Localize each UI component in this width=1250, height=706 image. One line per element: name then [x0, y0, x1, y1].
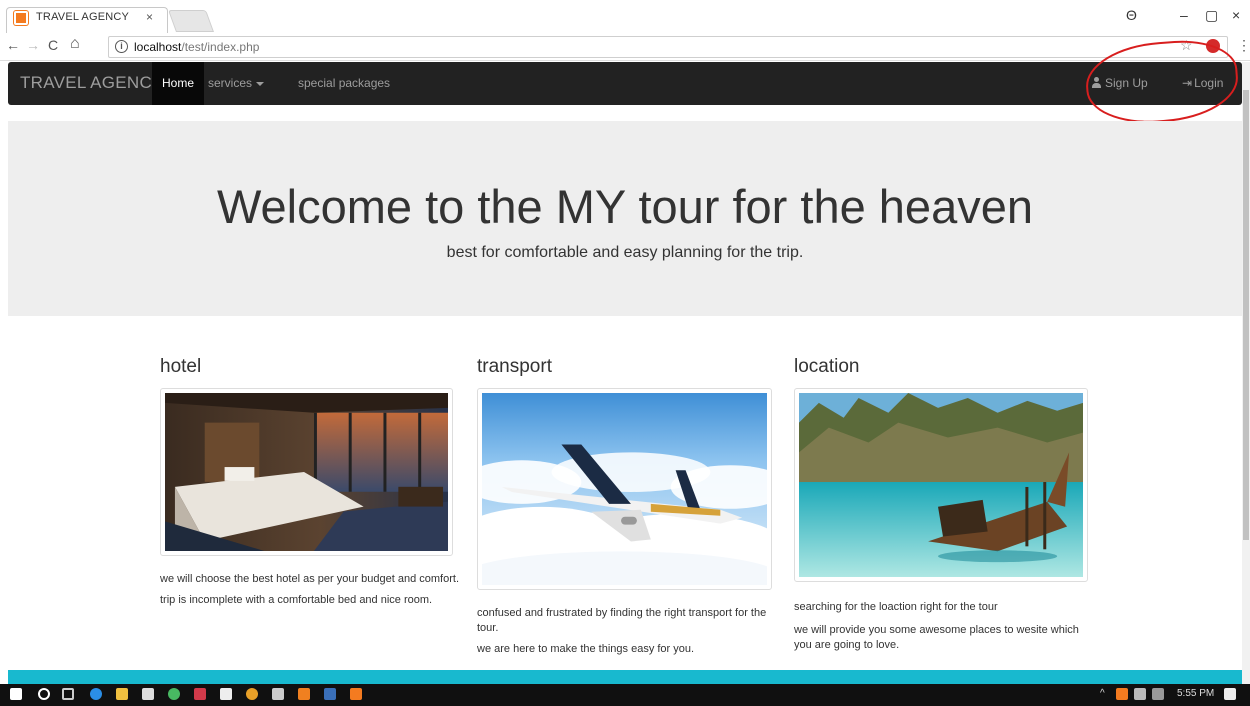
brand-logo[interactable]: TRAVEL AGENCY — [20, 73, 164, 93]
volume-icon[interactable] — [1152, 688, 1164, 700]
hotel-paragraph-2: trip is incomplete with a comfortable be… — [160, 594, 433, 606]
account-icon[interactable]: Θ — [1126, 7, 1137, 23]
xampp-icon[interactable] — [350, 688, 362, 700]
transport-title: transport — [477, 356, 552, 377]
jumbotron-subtitle: best for comfortable and easy planning f… — [446, 244, 804, 261]
jumbotron-title: Welcome to the MY tour for the heaven — [217, 180, 1033, 233]
close-window-button[interactable]: × — [1232, 7, 1240, 23]
minimize-button[interactable]: – — [1180, 7, 1188, 23]
caret-down-icon — [256, 81, 265, 86]
battery-icon[interactable] — [1134, 688, 1146, 700]
tab-favicon-icon — [14, 11, 28, 25]
notification-icon[interactable] — [1224, 688, 1236, 700]
location-thumbnail — [794, 388, 1088, 582]
nav-special-packages[interactable]: special packages — [288, 62, 400, 105]
nav-services-dropdown[interactable]: services — [198, 62, 274, 105]
back-icon[interactable]: ← — [6, 37, 20, 53]
transport-description: confused and frustrated by finding the r… — [477, 606, 777, 657]
transport-paragraph-1: confused and frustrated by finding the r… — [477, 607, 767, 634]
location-paragraph-1: searching for the loaction right for the… — [794, 601, 998, 613]
browser-toolbar: ← → C ⌂ i localhost/test/index.php ☆ ⋮ — [0, 33, 1250, 61]
tab-title: TRAVEL AGENCY — [36, 11, 130, 23]
mail-icon[interactable] — [272, 688, 284, 700]
app-icon[interactable] — [168, 688, 180, 700]
beach-boat-image — [799, 393, 1083, 577]
windows-start-icon[interactable] — [10, 688, 22, 700]
browser-menu-icon[interactable]: ⋮ — [1237, 37, 1250, 54]
windows-taskbar: ^ 5:55 PM — [0, 684, 1250, 706]
chrome-icon[interactable] — [246, 688, 258, 700]
transport-thumbnail — [477, 388, 772, 590]
airplane-image — [482, 393, 767, 585]
transport-column: transport confused and frustrated by fin… — [477, 356, 777, 657]
hotel-paragraph-1: we will choose the best hotel as per you… — [160, 573, 460, 585]
clock-time[interactable]: 5:55 PM — [1177, 688, 1214, 699]
address-bar[interactable]: i localhost/test/index.php — [108, 36, 1228, 58]
nav-home[interactable]: Home — [152, 62, 205, 105]
site-info-icon[interactable]: i — [115, 40, 128, 53]
reload-icon[interactable]: C — [48, 37, 58, 53]
file-explorer-icon[interactable] — [116, 688, 128, 700]
location-column: location searching for the loaction righ… — [794, 356, 1094, 653]
forward-icon[interactable]: → — [26, 37, 40, 53]
jumbotron: Welcome to the MY tour for the heaven be… — [8, 121, 1242, 316]
task-view-icon[interactable] — [62, 688, 74, 700]
scrollbar-thumb[interactable] — [1243, 90, 1249, 540]
search-icon[interactable] — [38, 688, 50, 700]
footer-strip — [8, 670, 1242, 684]
location-title: location — [794, 356, 860, 377]
location-description: searching for the loaction right for the… — [794, 600, 1094, 653]
store-icon[interactable] — [142, 688, 154, 700]
restore-button[interactable]: ▢ — [1205, 7, 1218, 24]
hotel-description: we will choose the best hotel as per you… — [160, 572, 460, 608]
tab-close-icon[interactable]: × — [146, 10, 153, 24]
hotel-column: hotel we will choose the best hotel as p… — [160, 356, 460, 608]
edge-icon[interactable] — [90, 688, 102, 700]
camera-icon[interactable] — [220, 688, 232, 700]
url-text: localhost/test/index.php — [134, 40, 260, 54]
nav-services-label: services — [208, 76, 253, 90]
site-navbar: TRAVEL AGENCY Home services special pack… — [8, 62, 1242, 105]
vlc-icon[interactable] — [298, 688, 310, 700]
transport-paragraph-2: we are here to make the things easy for … — [477, 643, 695, 655]
browser-tab-strip: TRAVEL AGENCY × Θ – ▢ × — [0, 0, 1250, 33]
home-icon[interactable]: ⌂ — [70, 35, 80, 53]
app-icon[interactable] — [194, 688, 206, 700]
app-icon[interactable] — [324, 688, 336, 700]
hotel-room-image — [165, 393, 448, 551]
location-paragraph-2: we will provide you some awesome places … — [794, 624, 1079, 651]
tray-xampp-icon[interactable] — [1116, 688, 1128, 700]
new-tab-button[interactable] — [167, 10, 215, 32]
hotel-title: hotel — [160, 356, 202, 377]
hotel-thumbnail — [160, 388, 453, 556]
tray-chevron-icon[interactable]: ^ — [1100, 688, 1105, 699]
